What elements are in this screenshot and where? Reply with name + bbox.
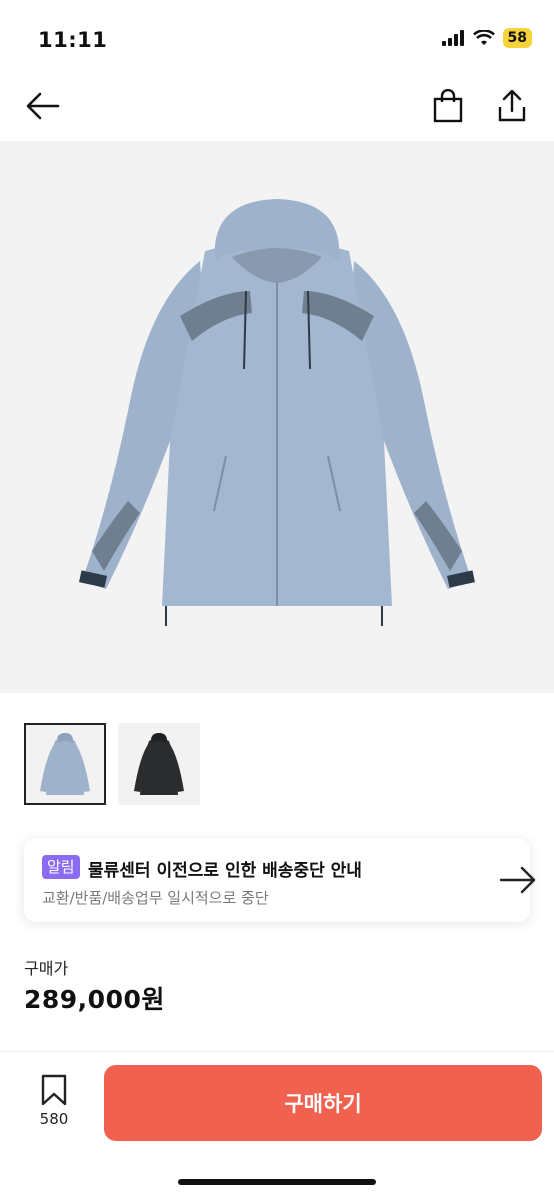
- notice-card[interactable]: 알림 물류센터 이전으로 인한 배송중단 안내 교환/반품/배송업무 일시적으로…: [24, 838, 536, 922]
- shopping-bag-icon: [433, 89, 463, 123]
- arrow-right-icon: [499, 866, 536, 894]
- jacket-thumbnail-icon: [40, 733, 90, 795]
- shopping-bag-button[interactable]: [428, 86, 468, 126]
- status-icons: 58: [441, 28, 532, 48]
- share-button[interactable]: [492, 86, 532, 126]
- thumbnail-list: [24, 723, 200, 805]
- wifi-icon: [472, 30, 495, 45]
- thumbnail-blue[interactable]: [24, 723, 106, 805]
- buy-button[interactable]: 구매하기: [104, 1065, 542, 1141]
- arrow-left-icon: [26, 92, 60, 120]
- home-indicator: [178, 1179, 376, 1185]
- jacket-image: [79, 199, 475, 626]
- wishlist-button[interactable]: 580: [28, 1074, 80, 1128]
- price-value: 289,000원: [24, 985, 165, 1014]
- signal-icon: [441, 30, 464, 46]
- wishlist-count: 580: [39, 1110, 69, 1128]
- share-icon: [498, 89, 526, 122]
- status-time: 11:11: [38, 28, 108, 52]
- notice-title: 물류센터 이전으로 인한 배송중단 안내: [88, 861, 362, 881]
- back-button[interactable]: [22, 86, 62, 126]
- bottom-bar: 580 구매하기: [0, 1051, 554, 1201]
- notice-subtitle: 교환/반품/배송업무 일시적으로 중단: [42, 889, 269, 907]
- bookmark-icon: [41, 1074, 67, 1106]
- price-label: 구매가: [24, 959, 69, 978]
- jacket-thumbnail-icon: [134, 733, 184, 795]
- status-bar: 11:11 58: [0, 0, 554, 70]
- nav-bar: [0, 74, 554, 138]
- battery-badge: 58: [502, 28, 532, 48]
- product-hero-image[interactable]: [0, 141, 554, 693]
- notice-badge: 알림: [42, 855, 80, 879]
- thumbnail-black[interactable]: [118, 723, 200, 805]
